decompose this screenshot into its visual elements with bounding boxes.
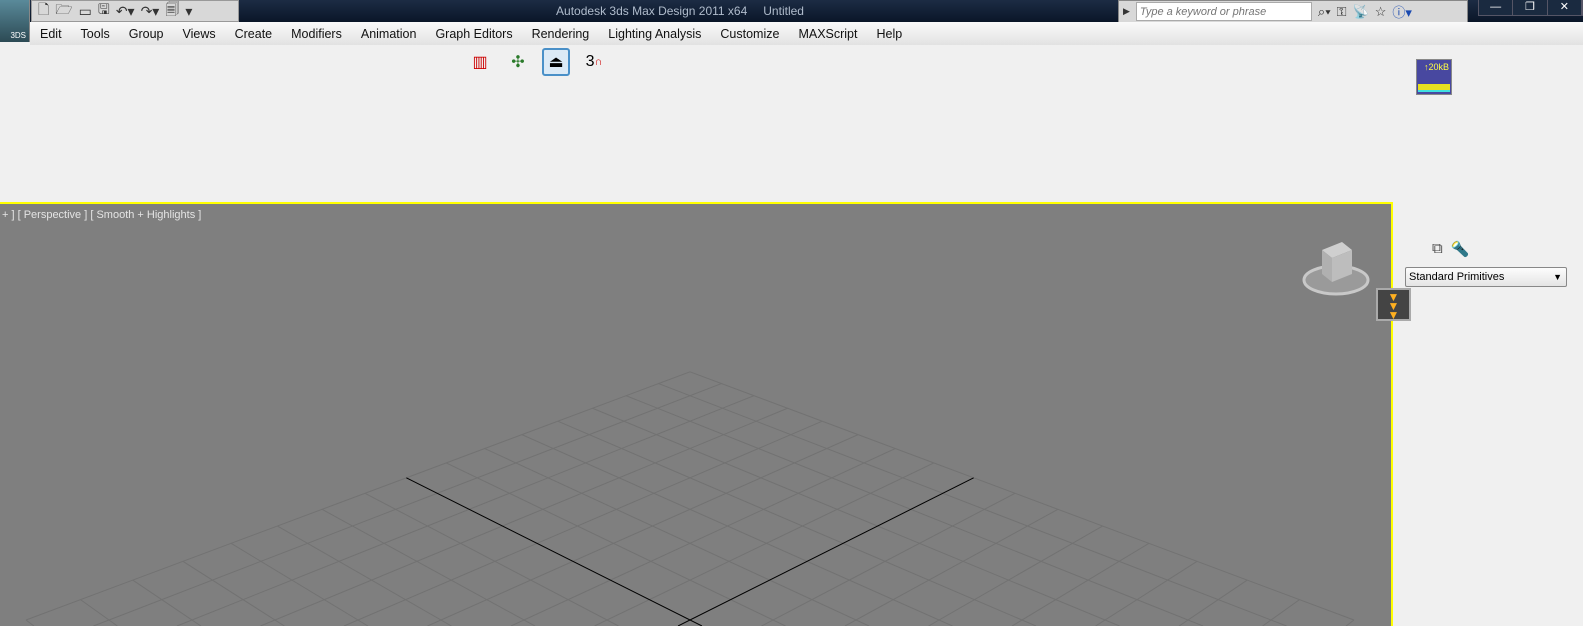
menu-maxscript[interactable]: MAXScript bbox=[788, 27, 866, 41]
menu-bar: Edit Tools Group Views Create Modifiers Animat… bbox=[30, 22, 1583, 45]
grid-line bbox=[557, 420, 1037, 626]
render-setup-icon[interactable]: ⏏ bbox=[542, 48, 570, 76]
satellite-icon[interactable]: 📡 bbox=[1353, 4, 1369, 20]
grid-line bbox=[689, 371, 1355, 621]
menu-edit[interactable]: Edit bbox=[30, 27, 71, 41]
grid-line bbox=[510, 448, 896, 626]
infocenter: ▶ ⌕▾ ⚿ 📡 ☆ ⓘ▾ bbox=[1118, 0, 1468, 23]
menu-graph-editors[interactable]: Graph Editors bbox=[425, 27, 521, 41]
save-icon[interactable]: 🖫 bbox=[98, 1, 110, 21]
project-folder-icon[interactable]: 🗐 bbox=[165, 1, 179, 21]
menu-animation[interactable]: Animation bbox=[351, 27, 426, 41]
redo-icon[interactable]: ↷▾ bbox=[141, 3, 160, 20]
window-controls: — ❐ ✕ bbox=[1478, 0, 1583, 16]
grid-line bbox=[25, 619, 35, 626]
grid-line bbox=[1011, 542, 1150, 626]
command-panel-icons: ⧉ 🔦 bbox=[1432, 240, 1469, 258]
restore-button[interactable]: ❐ bbox=[1513, 0, 1548, 15]
object-type-dropdown[interactable]: Standard Primitives ▼ bbox=[1405, 267, 1567, 287]
grid-line bbox=[1095, 560, 1198, 626]
align-icon[interactable]: ▥ bbox=[466, 48, 494, 76]
menu-tools[interactable]: Tools bbox=[71, 27, 119, 41]
world-axis-x bbox=[406, 477, 703, 626]
expand-panel-button[interactable]: ▼ ▼ ▼ bbox=[1376, 288, 1411, 321]
viewport-grid bbox=[25, 371, 1355, 626]
snap-toggle-button[interactable]: 3 ∩ bbox=[580, 48, 608, 76]
grid-line bbox=[1262, 599, 1300, 626]
menu-group[interactable]: Group bbox=[119, 27, 173, 41]
memory-monitor: ↑20kB bbox=[1416, 59, 1452, 95]
grid-line bbox=[25, 371, 691, 621]
menu-modifiers[interactable]: Modifiers bbox=[281, 27, 351, 41]
light-icon[interactable]: 🔦 bbox=[1451, 240, 1470, 258]
undo-icon[interactable]: ↶▾ bbox=[116, 3, 135, 20]
memory-graph bbox=[1418, 84, 1450, 92]
application-button[interactable]: 3DS bbox=[0, 0, 30, 42]
grid-line bbox=[182, 560, 285, 626]
geometry-icon[interactable]: ⧉ bbox=[1432, 240, 1443, 258]
grid-line bbox=[1345, 619, 1355, 626]
menu-create[interactable]: Create bbox=[225, 27, 282, 41]
menu-lighting-analysis[interactable]: Lighting Analysis bbox=[598, 27, 710, 41]
key-icon[interactable]: ⚿ bbox=[1337, 4, 1347, 20]
expand-arrow-icon[interactable]: ▶ bbox=[1123, 6, 1130, 17]
grid-line bbox=[132, 579, 202, 626]
grid-line bbox=[343, 420, 823, 626]
close-button[interactable]: ✕ bbox=[1547, 0, 1582, 15]
menu-views[interactable]: Views bbox=[172, 27, 224, 41]
quick-access-toolbar: 🗋 🗁 ▭ 🖫 ↶▾ ↷▾ 🗐 ▾ bbox=[31, 0, 239, 22]
schematic-view-icon[interactable]: ✣ bbox=[504, 48, 532, 76]
grid-line bbox=[80, 599, 118, 626]
search-input[interactable] bbox=[1135, 2, 1312, 21]
grid-line bbox=[594, 462, 934, 626]
help-icon[interactable]: ⓘ▾ bbox=[1392, 2, 1412, 21]
hold-icon[interactable]: ▭ bbox=[79, 3, 92, 20]
menu-rendering[interactable]: Rendering bbox=[522, 27, 599, 41]
minimize-button[interactable]: — bbox=[1479, 0, 1514, 15]
grid-line bbox=[230, 542, 369, 626]
chevron-down-icon: ▼ bbox=[1553, 272, 1562, 282]
menu-help[interactable]: Help bbox=[866, 27, 911, 41]
magnet-icon: ∩ bbox=[594, 56, 603, 68]
open-file-icon[interactable]: 🗁 bbox=[55, 1, 72, 21]
star-icon[interactable]: ☆ bbox=[1375, 4, 1387, 20]
world-axis-y bbox=[677, 477, 974, 626]
viewcube-icon[interactable] bbox=[1302, 240, 1378, 300]
grid-line bbox=[1178, 579, 1248, 626]
viewport-label[interactable]: + ] [ Perspective ] [ Smooth + Highlight… bbox=[2, 209, 201, 221]
perspective-viewport[interactable]: + ] [ Perspective ] [ Smooth + Highlight… bbox=[0, 202, 1393, 626]
main-toolbar: ▥ ✣ ⏏ 3 ∩ bbox=[466, 48, 608, 76]
new-file-icon[interactable]: 🗋 bbox=[38, 1, 49, 21]
binoculars-icon[interactable]: ⌕▾ bbox=[1318, 4, 1331, 20]
grid-line bbox=[364, 492, 619, 626]
menu-customize[interactable]: Customize bbox=[710, 27, 788, 41]
customize-dropdown-icon[interactable]: ▾ bbox=[185, 3, 192, 20]
grid-line bbox=[446, 462, 786, 626]
grid-line bbox=[484, 448, 870, 626]
grid-line bbox=[761, 492, 1016, 626]
